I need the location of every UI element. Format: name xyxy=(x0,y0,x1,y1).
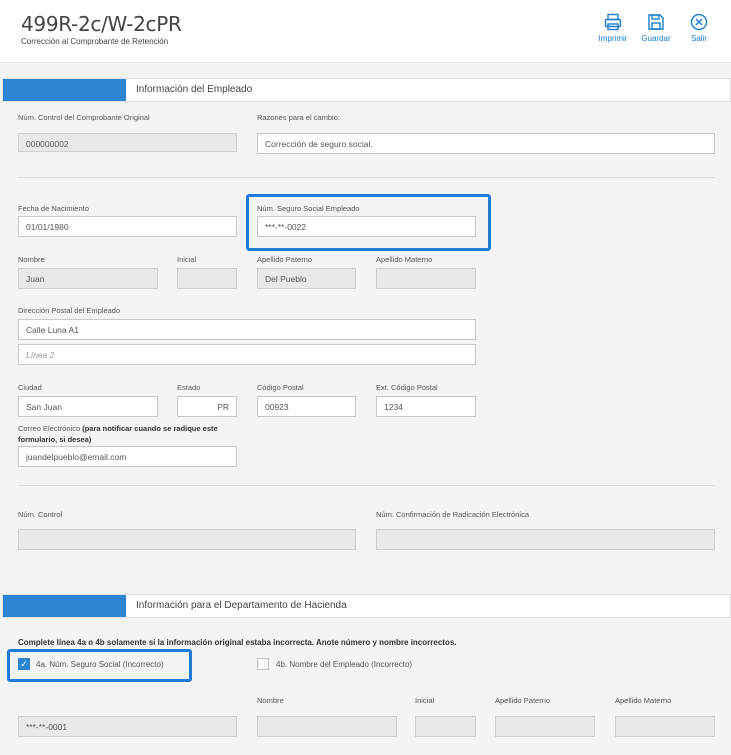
reasons-field[interactable]: Corrección de seguro social. xyxy=(257,133,715,154)
line-4a-checkbox[interactable]: ✓ xyxy=(18,658,30,670)
state-label: Estado xyxy=(177,383,201,392)
incorrect-paternal-field xyxy=(495,716,595,737)
ssn-label: Núm. Seguro Social Empleado xyxy=(257,204,360,213)
hacienda-section-title: Información para el Departamento de Haci… xyxy=(136,600,347,611)
incorrect-maternal-field xyxy=(615,716,715,737)
save-label: Guardar xyxy=(641,34,671,43)
zip-ext-field[interactable]: 1234 xyxy=(376,396,476,417)
exit-label: Salir xyxy=(690,34,707,43)
zip-ext-label: Ext. Código Postal xyxy=(376,383,438,392)
line-4b-checkbox[interactable] xyxy=(257,658,269,670)
incorrect-initial-field xyxy=(415,716,476,737)
city-field[interactable]: San Juan xyxy=(18,396,158,417)
divider xyxy=(18,485,715,486)
first-name-field: Juan xyxy=(18,268,158,289)
confirmation-field xyxy=(376,529,715,550)
incorrect-initial-label: Inicial xyxy=(415,696,435,705)
control-num-field xyxy=(18,529,356,550)
initial-label: Inicial xyxy=(177,255,197,264)
control-original-label: Núm. Control del Comprobante Original xyxy=(18,113,150,122)
employee-section-header: Información del Empleado xyxy=(2,78,731,102)
save-icon xyxy=(646,12,666,32)
zip-field[interactable]: 00923 xyxy=(257,396,356,417)
email-label: Correo Electrónico (para notificar cuand… xyxy=(18,424,218,444)
paternal-label: Apellido Paterno xyxy=(257,255,313,264)
confirmation-label: Núm. Confirmación de Radicación Electrón… xyxy=(376,510,529,519)
hacienda-note: Complete línea 4a o 4b solamente si la i… xyxy=(18,638,457,647)
section-accent-bar xyxy=(3,79,126,101)
address-line1-field[interactable]: Calle Luna A1 xyxy=(18,319,476,340)
address-line2-field[interactable]: Línea 2 xyxy=(18,344,476,365)
check-icon: ✓ xyxy=(20,659,28,669)
incorrect-maternal-label: Apellido Materno xyxy=(615,696,672,705)
birth-date-label: Fecha de Nacimiento xyxy=(18,204,89,213)
paternal-field: Del Pueblo xyxy=(257,268,356,289)
incorrect-name-field xyxy=(257,716,397,737)
page-subtitle: Corrección al Comprobante de Retención xyxy=(21,37,169,46)
city-label: Ciudad xyxy=(18,383,42,392)
maternal-label: Apellido Materno xyxy=(376,255,433,264)
control-original-field: 000000002 xyxy=(18,133,237,152)
close-circle-icon xyxy=(689,12,709,32)
incorrect-name-label: Nombre xyxy=(257,696,284,705)
exit-button[interactable]: Salir xyxy=(674,12,724,43)
first-name-label: Nombre xyxy=(18,255,45,264)
line-4a-label: 4a. Núm. Seguro Social (Incorrecto) xyxy=(36,660,164,669)
line-4b-label: 4b. Nombre del Empleado (Incorrecto) xyxy=(276,660,413,669)
email-field[interactable]: juandelpueblo@email.com xyxy=(18,446,237,467)
reasons-label: Razones para el cambio: xyxy=(257,113,340,122)
incorrect-paternal-label: Apellido Paterno xyxy=(495,696,551,705)
ssn-field[interactable]: ***-**-0022 xyxy=(257,216,476,237)
birth-date-field[interactable]: 01/01/1980 xyxy=(18,216,237,237)
hacienda-section-header: Información para el Departamento de Haci… xyxy=(2,594,731,618)
employee-section-title: Información del Empleado xyxy=(136,84,253,95)
incorrect-ssn-field[interactable]: ***-**-0001 xyxy=(18,716,237,737)
section-accent-bar xyxy=(3,595,126,617)
zip-label: Código Postal xyxy=(257,383,304,392)
initial-field xyxy=(177,268,237,289)
divider xyxy=(18,177,715,178)
print-label: Imprimir xyxy=(598,34,628,43)
page-title: 499R-2c/W-2cPR xyxy=(21,12,182,36)
maternal-field xyxy=(376,268,476,289)
address-label: Dirección Postal del Empleado xyxy=(18,306,121,315)
printer-icon xyxy=(603,12,623,32)
control-num-label: Núm. Control xyxy=(18,510,63,519)
state-field[interactable]: PR xyxy=(177,396,237,417)
